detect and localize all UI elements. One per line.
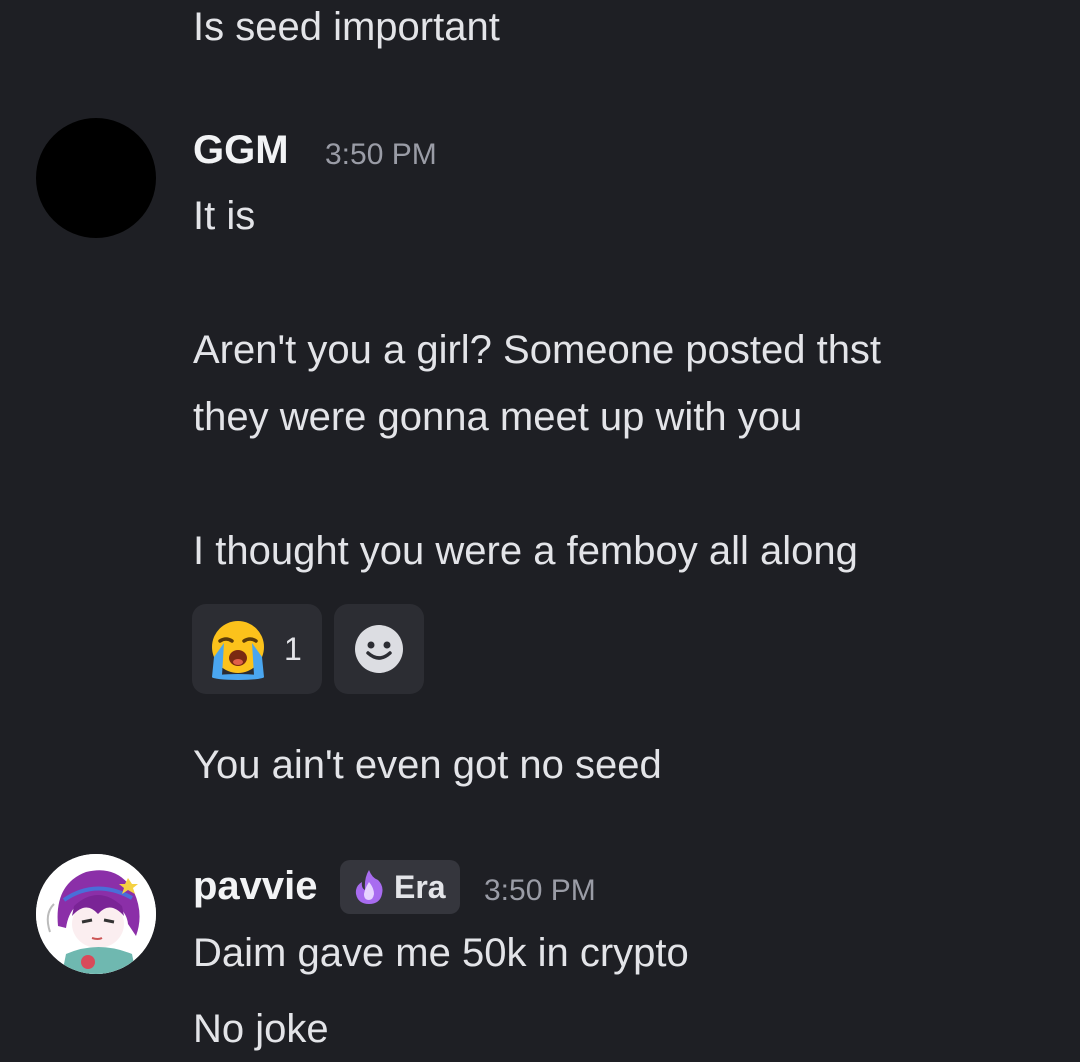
loudly-crying-face-icon <box>206 617 270 681</box>
message-text: they were gonna meet up with you <box>193 395 803 439</box>
purple-flame-icon <box>352 868 386 906</box>
message-text: You ain't even got no seed <box>193 743 662 787</box>
message-text: Aren't you a girl? Someone posted thst <box>193 328 882 372</box>
message-timestamp: 3:50 PM <box>325 138 437 171</box>
message-text: It is <box>193 194 256 238</box>
message-text: No joke <box>193 1007 329 1051</box>
reaction-count: 1 <box>284 630 302 667</box>
username[interactable]: GGM <box>193 128 289 173</box>
reaction-crying[interactable]: 1 <box>192 604 322 694</box>
avatar[interactable] <box>36 118 156 238</box>
avatar[interactable] <box>36 854 156 974</box>
add-reaction-button[interactable] <box>334 604 424 694</box>
message-text: Daim gave me 50k in crypto <box>193 931 689 975</box>
add-reaction-smiley-icon <box>353 623 405 675</box>
username[interactable]: pavvie <box>193 864 318 909</box>
guild-tag-badge[interactable]: Era <box>340 860 460 914</box>
message-text: Is seed important <box>193 5 500 49</box>
guild-tag-label: Era <box>394 868 446 905</box>
message-timestamp: 3:50 PM <box>484 874 596 907</box>
message-text: I thought you were a femboy all along <box>193 529 858 573</box>
